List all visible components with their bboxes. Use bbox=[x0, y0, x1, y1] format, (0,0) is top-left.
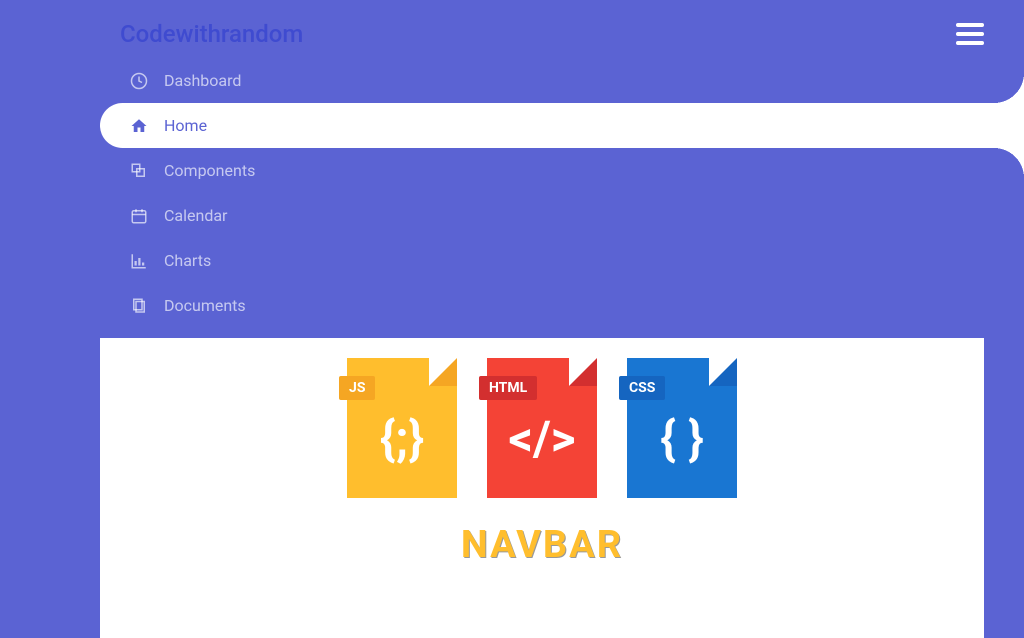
sidebar-item-calendar[interactable]: Calendar bbox=[100, 193, 1024, 238]
css-symbol: { } bbox=[660, 410, 704, 467]
calendar-icon bbox=[130, 207, 148, 225]
sidebar-item-label: Documents bbox=[164, 296, 246, 315]
sidebar-item-label: Charts bbox=[164, 251, 211, 270]
file-label: CSS bbox=[619, 376, 665, 400]
file-label: JS bbox=[339, 376, 375, 400]
home-icon bbox=[130, 117, 148, 135]
html-symbol: </> bbox=[508, 410, 575, 467]
html-file-icon: HTML </> bbox=[487, 358, 597, 498]
brand-title: Codewithrandom bbox=[120, 20, 303, 48]
main-content: JS {;} HTML </> CSS { } NAVBAR bbox=[100, 338, 984, 638]
hamburger-menu-icon[interactable] bbox=[956, 23, 984, 45]
dashboard-icon bbox=[130, 72, 148, 90]
charts-icon bbox=[130, 252, 148, 270]
sidebar-item-home[interactable]: Home bbox=[100, 103, 1024, 148]
documents-icon bbox=[130, 297, 148, 315]
css-file-icon: CSS { } bbox=[627, 358, 737, 498]
sidebar-item-dashboard[interactable]: Dashboard bbox=[100, 58, 1024, 103]
sidebar-item-label: Dashboard bbox=[164, 71, 241, 90]
sidebar-item-label: Home bbox=[164, 116, 207, 135]
sidebar-nav: Dashboard Home Components Calendar Chart… bbox=[0, 58, 1024, 328]
sidebar-item-documents[interactable]: Documents bbox=[100, 283, 1024, 328]
sidebar-item-components[interactable]: Components bbox=[100, 148, 1024, 193]
components-icon bbox=[130, 162, 148, 180]
file-icons-row: JS {;} HTML </> CSS { } bbox=[347, 358, 737, 498]
sidebar-item-charts[interactable]: Charts bbox=[100, 238, 1024, 283]
page-title: NAVBAR bbox=[461, 523, 623, 567]
sidebar-item-label: Components bbox=[164, 161, 255, 180]
file-label: HTML bbox=[479, 376, 537, 400]
sidebar-item-label: Calendar bbox=[164, 206, 227, 225]
js-symbol: {;} bbox=[380, 410, 424, 467]
js-file-icon: JS {;} bbox=[347, 358, 457, 498]
